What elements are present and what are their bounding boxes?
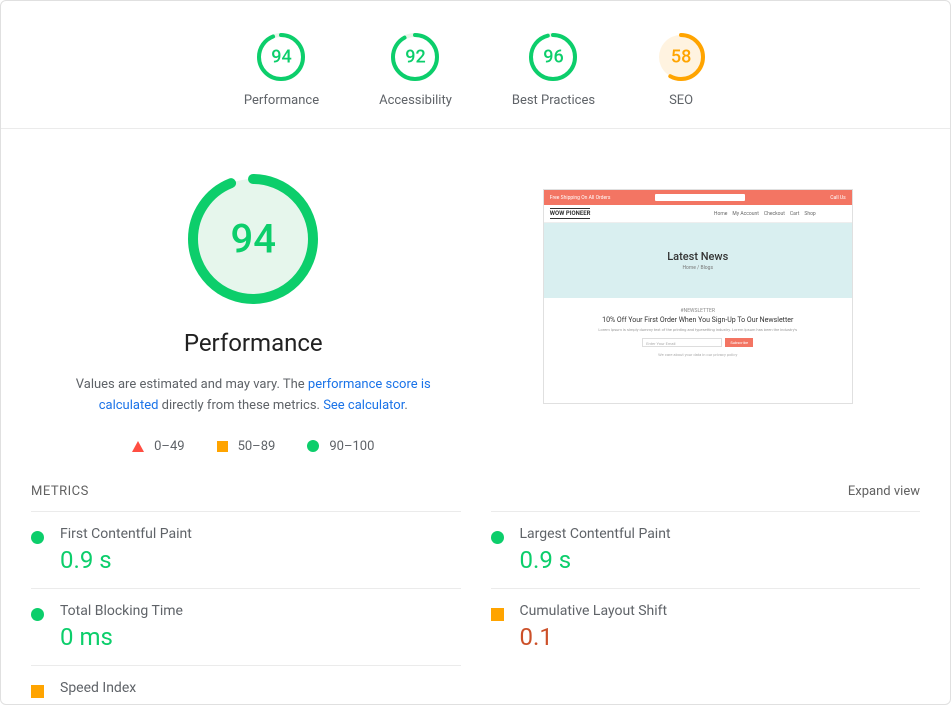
metric-value: 0.1: [520, 623, 921, 651]
legend-pass-label: 90–100: [329, 439, 374, 454]
metrics-grid: First Contentful Paint 0.9 s Largest Con…: [1, 511, 950, 705]
gauge-label: Performance: [244, 93, 319, 108]
preview-hero: Latest News Home / Blogs: [544, 223, 852, 298]
pass-circle-icon: [491, 531, 504, 544]
preview-newsletter-form: Enter Your Email Subscribe: [574, 338, 822, 347]
main-content: 94 Performance Values are estimated and …: [1, 129, 950, 454]
metric-value: 1.4 s: [60, 700, 461, 705]
circle-icon: [307, 440, 319, 452]
gauge-label: Best Practices: [512, 93, 595, 108]
screenshot-preview-section: Free Shipping On All Orders Call Us WOW …: [476, 169, 921, 454]
legend-fail-label: 0–49: [154, 439, 184, 454]
expand-view-button[interactable]: Expand view: [848, 484, 920, 499]
gauge-accessibility[interactable]: 92 Accessibility: [379, 31, 452, 108]
legend-average-label: 50–89: [238, 439, 276, 454]
preview-newsletter: #NEWSLETTER 10% Off Your First Order Whe…: [544, 298, 852, 367]
metrics-header: METRICS Expand view: [1, 454, 950, 511]
preview-topbar-right: Call Us: [830, 195, 845, 201]
metric-value: 0.9 s: [60, 546, 461, 574]
desc-pre: Values are estimated and may vary. The: [76, 377, 308, 392]
metric-label: Cumulative Layout Shift: [520, 603, 921, 619]
metric-label: First Contentful Paint: [60, 526, 461, 542]
preview-newsletter-label: #NEWSLETTER: [574, 308, 822, 314]
gauge-score: 58: [671, 47, 691, 68]
preview-newsletter-title: 10% Off Your First Order When You Sign-U…: [574, 316, 822, 324]
main-gauge-icon: 94: [183, 169, 323, 309]
main-gauge-title: Performance: [184, 329, 323, 357]
gauge-circle-icon: 96: [527, 31, 579, 83]
metric-label: Largest Contentful Paint: [520, 526, 921, 542]
gauge-score: 94: [271, 47, 291, 68]
average-square-icon: [31, 685, 44, 698]
preview-topbar-left: Free Shipping On All Orders: [550, 195, 611, 201]
metric-value: 0 ms: [60, 623, 461, 651]
metric-si: Speed Index 1.4 s: [31, 665, 461, 705]
triangle-icon: [132, 441, 144, 452]
metric-label: Speed Index: [60, 680, 461, 696]
gauge-score: 96: [543, 47, 563, 68]
score-legend: 0–49 50–89 90–100: [132, 439, 374, 454]
pass-circle-icon: [31, 531, 44, 544]
screenshot-preview: Free Shipping On All Orders Call Us WOW …: [543, 189, 853, 404]
gauge-description: Values are estimated and may vary. The p…: [63, 375, 443, 417]
calculator-link[interactable]: See calculator: [323, 398, 404, 413]
legend-average: 50–89: [217, 439, 276, 454]
preview-search-box: [655, 194, 745, 201]
preview-input: Enter Your Email: [642, 338, 722, 347]
summary-gauges-row: 94 Performance 92 Accessibility 96: [1, 1, 950, 129]
preview-subscribe-btn: Subscribe: [725, 338, 753, 347]
preview-nav: WOW PIONEER Home My Account Checkout Car…: [544, 205, 852, 223]
desc-post: .: [404, 398, 407, 413]
gauge-circle-icon: 94: [255, 31, 307, 83]
preview-newsletter-desc: Lorem Ipsum is simply dummy text of the …: [574, 327, 822, 332]
desc-mid: directly from these metrics.: [158, 398, 323, 413]
gauge-label: Accessibility: [379, 93, 452, 108]
preview-nav-item: My Account: [732, 211, 758, 217]
pass-circle-icon: [31, 608, 44, 621]
preview-nav-items: Home My Account Checkout Cart Shop: [714, 211, 816, 217]
metrics-title: METRICS: [31, 484, 89, 499]
main-gauge-score: 94: [231, 216, 276, 263]
gauge-label: SEO: [669, 93, 693, 108]
preview-nav-item: Home: [714, 211, 727, 217]
gauge-circle-icon: 92: [389, 31, 441, 83]
preview-hero-sub: Home / Blogs: [682, 265, 713, 271]
metric-tbt: Total Blocking Time 0 ms: [31, 588, 461, 665]
metric-lcp: Largest Contentful Paint 0.9 s: [491, 511, 921, 588]
preview-hero-title: Latest News: [667, 250, 728, 263]
square-icon: [217, 441, 228, 452]
average-square-icon: [491, 608, 504, 621]
lighthouse-report: 94 Performance 92 Accessibility 96: [0, 0, 951, 705]
preview-nav-item: Cart: [790, 211, 799, 217]
preview-nav-item: Checkout: [764, 211, 785, 217]
gauge-best-practices[interactable]: 96 Best Practices: [512, 31, 595, 108]
preview-nav-item: Shop: [804, 211, 815, 217]
gauge-score: 92: [405, 47, 425, 68]
preview-topbar: Free Shipping On All Orders Call Us: [544, 190, 852, 205]
legend-pass: 90–100: [307, 439, 374, 454]
gauge-performance[interactable]: 94 Performance: [244, 31, 319, 108]
preview-logo: WOW PIONEER: [550, 208, 591, 219]
performance-section: 94 Performance Values are estimated and …: [31, 169, 476, 454]
legend-fail: 0–49: [132, 439, 184, 454]
metric-cls: Cumulative Layout Shift 0.1: [491, 588, 921, 665]
gauge-seo[interactable]: 58 SEO: [655, 31, 707, 108]
metric-value: 0.9 s: [520, 546, 921, 574]
metric-label: Total Blocking Time: [60, 603, 461, 619]
preview-newsletter-footer: We care about your data in our privacy p…: [574, 352, 822, 357]
gauge-circle-icon: 58: [655, 31, 707, 83]
metric-fcp: First Contentful Paint 0.9 s: [31, 511, 461, 588]
